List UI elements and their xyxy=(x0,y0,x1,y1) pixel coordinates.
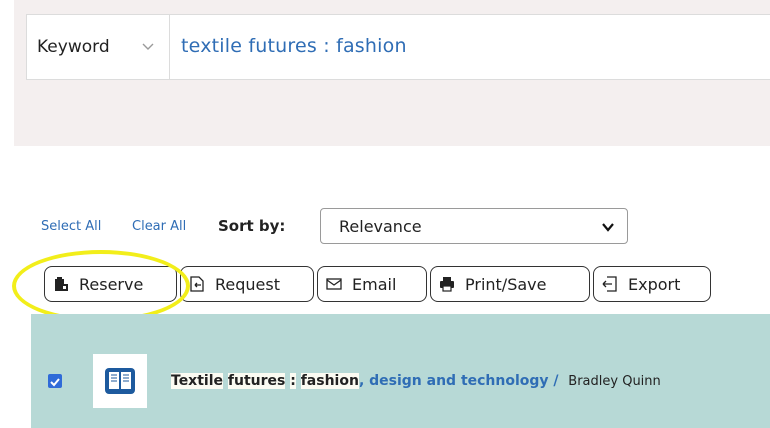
sort-by-label: Sort by: xyxy=(218,217,286,235)
request-button[interactable]: Request xyxy=(180,266,314,302)
search-scope-dropdown[interactable]: Keyword xyxy=(27,15,170,79)
title-term: fashion xyxy=(300,373,359,389)
title-term: futures xyxy=(227,373,286,389)
search-input[interactable]: textile futures : fashion xyxy=(181,35,407,57)
select-all-link[interactable]: Select All xyxy=(41,219,101,234)
title-term: Textile xyxy=(171,373,224,389)
export-label: Export xyxy=(628,274,681,294)
search-box: Keyword textile futures : fashion xyxy=(26,14,770,80)
result-author: Bradley Quinn xyxy=(568,374,661,389)
reserve-button[interactable]: Reserve xyxy=(44,266,177,302)
email-icon xyxy=(326,278,342,290)
result-checkbox[interactable] xyxy=(48,374,62,388)
title-rest: , design and technology / xyxy=(358,373,559,389)
print-save-button[interactable]: Print/Save xyxy=(430,266,590,302)
chevron-down-icon xyxy=(142,43,154,50)
open-book-icon xyxy=(105,368,135,394)
reserve-icon xyxy=(55,277,68,291)
title-term: : xyxy=(290,373,296,389)
request-label: Request xyxy=(215,274,280,294)
print-save-label: Print/Save xyxy=(465,274,547,294)
sort-select[interactable]: Relevance xyxy=(320,208,628,244)
book-format-icon xyxy=(93,354,147,408)
printer-icon xyxy=(440,277,454,292)
result-row: Textile futures : fashion, design and te… xyxy=(31,314,770,428)
export-button[interactable]: Export xyxy=(593,266,711,302)
reserve-label: Reserve xyxy=(79,274,144,294)
checkmark-icon xyxy=(50,378,60,387)
result-title[interactable]: Textile futures : fashion, design and te… xyxy=(171,373,661,389)
export-icon xyxy=(602,276,617,292)
search-scope-label: Keyword xyxy=(37,37,110,57)
email-label: Email xyxy=(352,274,397,294)
clear-all-link[interactable]: Clear All xyxy=(132,219,186,234)
email-button[interactable]: Email xyxy=(317,266,427,302)
chevron-down-icon xyxy=(602,223,614,232)
sort-selected-value: Relevance xyxy=(339,217,422,236)
request-icon xyxy=(190,276,204,292)
